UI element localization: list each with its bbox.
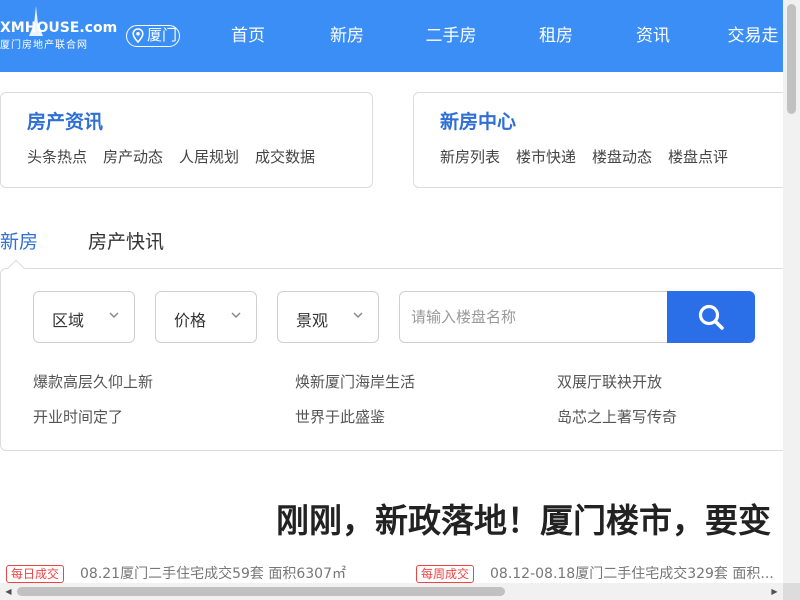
hot-link[interactable]: 世界于此盛鉴 xyxy=(295,406,385,427)
new-homes-card: 新房中心 新房列表 楼市快递 楼盘动态 楼盘点评 xyxy=(413,92,800,188)
scroll-right-icon[interactable]: ▶ xyxy=(766,583,783,600)
chevron-down-icon xyxy=(231,312,241,319)
logo-subtitle: 厦门房地产联合网 xyxy=(0,40,88,51)
card-link[interactable]: 人居规划 xyxy=(179,146,239,167)
card-link[interactable]: 楼市快递 xyxy=(516,146,576,167)
horizontal-scroll-thumb[interactable] xyxy=(17,587,505,596)
horizontal-scrollbar[interactable]: ◀ ▶ xyxy=(0,583,783,600)
top-header: XMHOUSE.com 厦门房地产联合网 厦门 首页 新房 二手房 租房 资讯 … xyxy=(0,0,800,72)
tab-property-news[interactable]: 房产快讯 xyxy=(88,227,164,254)
scroll-left-icon[interactable]: ◀ xyxy=(0,583,17,600)
ticker-item[interactable]: 08.12-08.18厦门二手住宅成交329套 面积... xyxy=(490,563,780,583)
nav-new-homes[interactable]: 新房 xyxy=(296,0,398,72)
ticker-item[interactable]: 08.21厦门二手住宅成交59套 面积6307㎡ xyxy=(80,563,370,583)
estate-search-input[interactable] xyxy=(399,291,669,343)
location-pin-icon xyxy=(132,28,144,43)
tab-new-homes[interactable]: 新房 xyxy=(0,227,38,254)
nav-news[interactable]: 资讯 xyxy=(608,0,698,72)
city-selector-button[interactable]: 厦门 xyxy=(126,25,180,47)
headline-link[interactable]: 刚刚，新政落地！厦门楼市，要变 xyxy=(276,494,771,542)
filter-label: 景观 xyxy=(296,311,329,330)
daily-deal-badge: 每日成交 xyxy=(6,565,65,583)
search-button[interactable] xyxy=(667,291,755,343)
card-link[interactable]: 新房列表 xyxy=(440,146,500,167)
card-link[interactable]: 楼盘动态 xyxy=(592,146,652,167)
city-label: 厦门 xyxy=(147,26,178,44)
filter-view-select[interactable]: 景观 xyxy=(277,291,379,343)
hot-link[interactable]: 焕新厦门海岸生活 xyxy=(295,371,415,392)
card-title[interactable]: 房产资讯 xyxy=(27,107,103,134)
chevron-down-icon xyxy=(109,312,119,319)
filter-label: 价格 xyxy=(174,311,207,330)
chevron-down-icon xyxy=(353,312,363,319)
hot-link[interactable]: 开业时间定了 xyxy=(33,406,123,427)
card-links: 头条热点 房产动态 人居规划 成交数据 xyxy=(27,146,315,167)
vertical-scroll-thumb[interactable] xyxy=(787,4,796,114)
hot-link[interactable]: 爆款高层久仰上新 xyxy=(33,371,153,392)
nav-second-hand[interactable]: 二手房 xyxy=(398,0,504,72)
filter-label: 区域 xyxy=(52,311,85,330)
main-nav: 首页 新房 二手房 租房 资讯 交易走 xyxy=(200,0,800,72)
card-link[interactable]: 楼盘点评 xyxy=(668,146,728,167)
nav-home[interactable]: 首页 xyxy=(200,0,296,72)
hot-link[interactable]: 岛芯之上著写传奇 xyxy=(557,406,677,427)
filter-price-select[interactable]: 价格 xyxy=(155,291,257,343)
scrollbar-corner xyxy=(783,583,800,600)
card-link[interactable]: 成交数据 xyxy=(255,146,315,167)
card-links: 新房列表 楼市快递 楼盘动态 楼盘点评 xyxy=(440,146,728,167)
news-card: 房产资讯 头条热点 房产动态 人居规划 成交数据 xyxy=(0,92,373,188)
card-link[interactable]: 房产动态 xyxy=(103,146,163,167)
search-icon xyxy=(698,304,724,330)
nav-rent[interactable]: 租房 xyxy=(504,0,608,72)
card-link[interactable]: 头条热点 xyxy=(27,146,87,167)
site-logo[interactable]: XMHOUSE.com 厦门房地产联合网 xyxy=(0,6,120,51)
hot-link[interactable]: 双展厅联袂开放 xyxy=(557,371,662,392)
vertical-scrollbar[interactable] xyxy=(783,0,800,583)
weekly-deal-badge: 每周成交 xyxy=(416,565,475,583)
card-title[interactable]: 新房中心 xyxy=(440,107,516,134)
logo-text: XMHOUSE.com xyxy=(0,20,118,36)
filter-district-select[interactable]: 区域 xyxy=(33,291,135,343)
